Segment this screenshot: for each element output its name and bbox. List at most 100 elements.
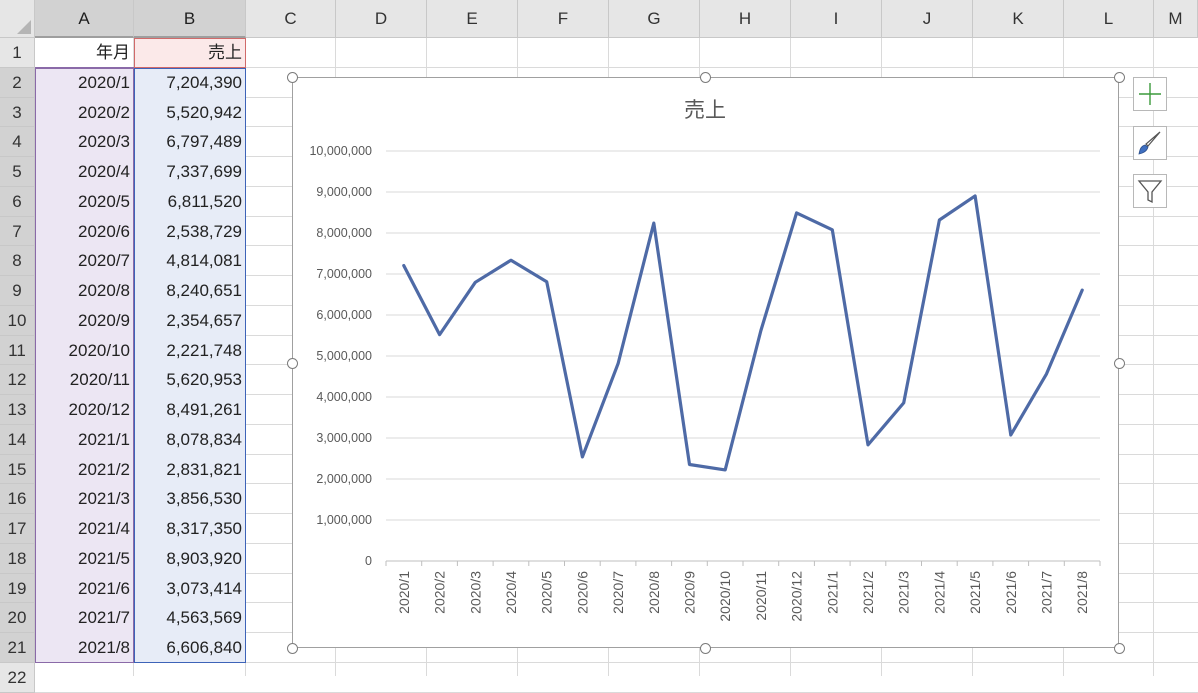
cell-a1[interactable]: 年月: [35, 38, 134, 68]
chart-resize-handle-top-right[interactable]: [1113, 71, 1125, 83]
row-header-1[interactable]: 1: [0, 38, 35, 68]
chart-resize-handle-top-center[interactable]: [699, 71, 711, 83]
cell-b13[interactable]: 8,491,261: [134, 395, 246, 425]
cell-a10[interactable]: 2020/9: [35, 306, 134, 336]
row-header-20[interactable]: 20: [0, 603, 35, 633]
chart-elements-button[interactable]: [1133, 77, 1167, 111]
cell-b16[interactable]: 3,856,530: [134, 484, 246, 514]
column-header-k[interactable]: K: [973, 0, 1064, 38]
x-tick-label: 2021/3: [896, 571, 912, 614]
chart-resize-handle-bottom-left[interactable]: [286, 642, 298, 654]
cell-a21[interactable]: 2021/8: [35, 633, 134, 663]
y-tick-label: 4,000,000: [316, 390, 372, 404]
column-header-g[interactable]: G: [609, 0, 700, 38]
row-header-19[interactable]: 19: [0, 573, 35, 604]
row-header-5[interactable]: 5: [0, 157, 35, 187]
row-header-6[interactable]: 6: [0, 186, 35, 217]
column-header-i[interactable]: I: [791, 0, 882, 38]
cell-b1[interactable]: 売上: [134, 38, 246, 68]
line-chart[interactable]: 売上 0 1,000,000 2,000,000 3,000,000 4,000,000 5…: [292, 77, 1119, 648]
column-header-f[interactable]: F: [518, 0, 609, 38]
cell-b21[interactable]: 6,606,840: [134, 633, 246, 663]
y-tick-label: 10,000,000: [309, 144, 372, 158]
cell-a4[interactable]: 2020/3: [35, 127, 134, 157]
cell-a13[interactable]: 2020/12: [35, 395, 134, 425]
x-tick-label: 2021/4: [931, 571, 947, 614]
cell-b15[interactable]: 2,831,821: [134, 455, 246, 485]
column-header-m[interactable]: M: [1154, 0, 1198, 38]
cell-b8[interactable]: 4,814,081: [134, 246, 246, 276]
row-header-10[interactable]: 10: [0, 305, 35, 336]
cell-a8[interactable]: 2020/7: [35, 246, 134, 276]
chart-resize-handle-bottom-right[interactable]: [1113, 642, 1125, 654]
chart-resize-handle-bottom-center[interactable]: [699, 642, 711, 654]
row-header-12[interactable]: 12: [0, 365, 35, 395]
column-header-j[interactable]: J: [882, 0, 973, 38]
column-header-h[interactable]: H: [700, 0, 791, 38]
cell-a9[interactable]: 2020/8: [35, 276, 134, 306]
cell-b18[interactable]: 8,903,920: [134, 544, 246, 574]
cell-b3[interactable]: 5,520,942: [134, 98, 246, 128]
row-header-13[interactable]: 13: [0, 395, 35, 425]
row-header-3[interactable]: 3: [0, 97, 35, 128]
column-header-b[interactable]: B: [134, 0, 246, 38]
cell-b20[interactable]: 4,563,569: [134, 603, 246, 633]
row-header-17[interactable]: 17: [0, 514, 35, 544]
cell-b5[interactable]: 7,337,699: [134, 157, 246, 187]
cell-b2[interactable]: 7,204,390: [134, 68, 246, 98]
chart-styles-button[interactable]: [1133, 126, 1167, 160]
cell-a14[interactable]: 2021/1: [35, 425, 134, 455]
select-all-corner[interactable]: [0, 0, 35, 38]
x-tick-label: 2020/8: [646, 571, 662, 614]
column-header-l[interactable]: L: [1064, 0, 1154, 38]
chart-filters-button[interactable]: [1133, 174, 1167, 208]
column-header-e[interactable]: E: [427, 0, 518, 38]
cell-b17[interactable]: 8,317,350: [134, 514, 246, 544]
row-header-21[interactable]: 21: [0, 633, 35, 663]
funnel-icon: [1137, 180, 1163, 204]
cell-b6[interactable]: 6,811,520: [134, 187, 246, 217]
column-header-a[interactable]: A: [35, 0, 134, 38]
cell-a17[interactable]: 2021/4: [35, 514, 134, 544]
chart-resize-handle-top-left[interactable]: [286, 71, 298, 83]
row-header-7[interactable]: 7: [0, 216, 35, 247]
x-tick-label: 2020/2: [432, 571, 448, 614]
cell-a12[interactable]: 2020/11: [35, 365, 134, 395]
cell-a18[interactable]: 2021/5: [35, 544, 134, 574]
cell-b10[interactable]: 2,354,657: [134, 306, 246, 336]
column-header-c[interactable]: C: [246, 0, 336, 38]
chart-resize-handle-middle-right[interactable]: [1113, 357, 1125, 369]
row-header-22[interactable]: 22: [0, 662, 35, 693]
cell-b19[interactable]: 3,073,414: [134, 574, 246, 604]
cell-a2[interactable]: 2020/1: [35, 68, 134, 98]
y-tick-label: 1,000,000: [316, 513, 372, 527]
cell-a15[interactable]: 2021/2: [35, 455, 134, 485]
cell-a3[interactable]: 2020/2: [35, 98, 134, 128]
cell-b7[interactable]: 2,538,729: [134, 217, 246, 247]
row-header-4[interactable]: 4: [0, 127, 35, 157]
chart-resize-handle-middle-left[interactable]: [286, 357, 298, 369]
row-header-9[interactable]: 9: [0, 276, 35, 306]
cell-b12[interactable]: 5,620,953: [134, 365, 246, 395]
x-tick-label: 2020/4: [503, 571, 519, 614]
row-header-8[interactable]: 8: [0, 246, 35, 276]
row-header-14[interactable]: 14: [0, 424, 35, 455]
cell-b4[interactable]: 6,797,489: [134, 127, 246, 157]
cell-b9[interactable]: 8,240,651: [134, 276, 246, 306]
row-header-15[interactable]: 15: [0, 454, 35, 485]
column-header-d[interactable]: D: [336, 0, 427, 38]
cell-b11[interactable]: 2,221,748: [134, 336, 246, 366]
cell-a5[interactable]: 2020/4: [35, 157, 134, 187]
cell-a7[interactable]: 2020/6: [35, 217, 134, 247]
row-header-16[interactable]: 16: [0, 484, 35, 514]
cell-a20[interactable]: 2021/7: [35, 603, 134, 633]
cell-a19[interactable]: 2021/6: [35, 574, 134, 604]
cell-a16[interactable]: 2021/3: [35, 484, 134, 514]
cell-a6[interactable]: 2020/5: [35, 187, 134, 217]
row-header-2[interactable]: 2: [0, 67, 35, 98]
row-header-11[interactable]: 11: [0, 335, 35, 366]
row-header-18[interactable]: 18: [0, 543, 35, 574]
x-tick-label: 2020/5: [539, 571, 555, 614]
cell-b14[interactable]: 8,078,834: [134, 425, 246, 455]
cell-a11[interactable]: 2020/10: [35, 336, 134, 366]
